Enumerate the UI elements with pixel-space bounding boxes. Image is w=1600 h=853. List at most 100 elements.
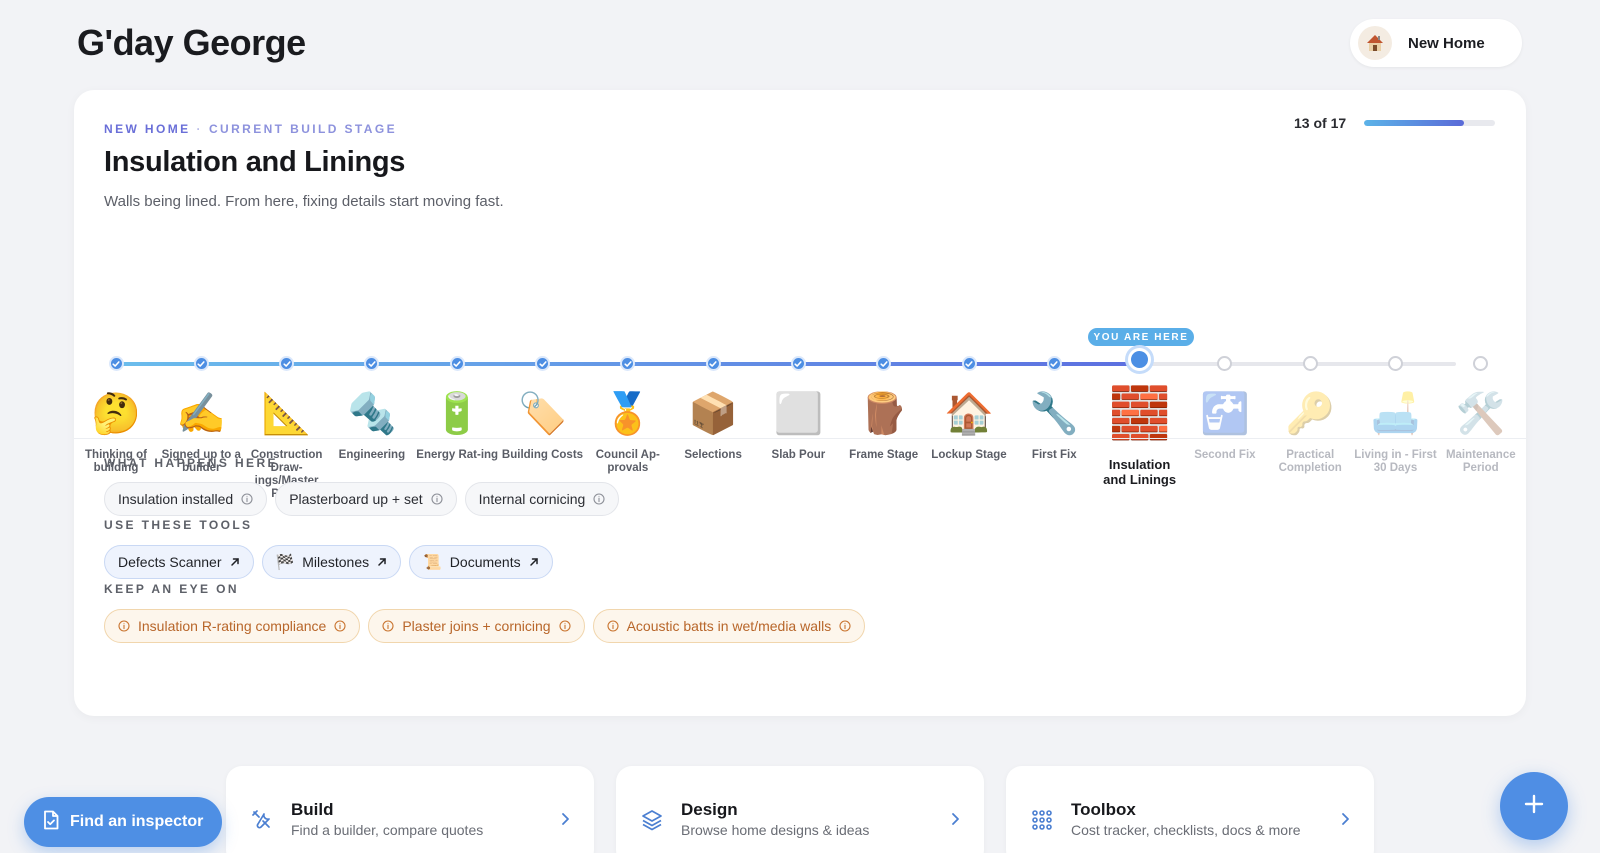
progress-bar-fill (1364, 120, 1465, 126)
timeline-stage[interactable]: 🔧 First Fix (1012, 352, 1096, 462)
progress-bar (1364, 120, 1495, 126)
chip-label: Insulation R-rating compliance (138, 618, 327, 634)
what-happens-chip[interactable]: Plasterboard up + set (275, 482, 457, 516)
timeline-stage[interactable]: 🏷️ Building Costs (501, 352, 585, 462)
stage-illustration-icon: 🏷️ (517, 391, 568, 436)
warning-icon (607, 620, 619, 632)
home-switcher-label: New Home (1408, 34, 1485, 52)
watch-item-chip[interactable]: Insulation R-rating compliance (104, 609, 361, 643)
tool-link-chip[interactable]: 🏁 Milestones (261, 545, 402, 579)
progress-count: 13 of 17 (1294, 115, 1347, 131)
tool-icon: 📜 (423, 554, 442, 571)
tools-heading: USE THESE TOOLS (104, 518, 253, 532)
stage-label: Insulation and Linings (1103, 457, 1177, 487)
warning-icon (118, 620, 130, 632)
stage-illustration-icon: 📐 (261, 391, 312, 436)
stage-label: Selections (684, 449, 742, 461)
watch-item-chip[interactable]: Acoustic batts in wet/media walls (592, 609, 866, 643)
stage-illustration-icon: ⬜ (773, 391, 824, 436)
you-are-here-badge: YOU ARE HERE (1088, 328, 1194, 350)
nav-card-subtitle: Browse home designs & ideas (681, 822, 870, 838)
nav-card-build[interactable]: Build Find a builder, compare quotes (226, 766, 594, 853)
timeline-stage[interactable]: 🧱 Insulation and Linings (1098, 348, 1182, 487)
stage-pending-marker (1388, 356, 1403, 371)
watch-item-chip[interactable]: Plaster joins + cornicing (368, 609, 585, 643)
what-happens-chip[interactable]: Internal cornicing (464, 482, 620, 516)
timeline-stage[interactable]: 🏠 Lockup Stage (927, 352, 1011, 462)
watch-heading: KEEP AN EYE ON (104, 582, 239, 596)
timeline-stage[interactable]: 📐Construction Draw-ings/Master Plans (245, 352, 329, 501)
stage-complete-check-icon (876, 356, 892, 371)
nav-card-design[interactable]: Design Browse home designs & ideas (616, 766, 984, 853)
stage-label: Building Costs (501, 449, 584, 461)
stage-label: Living in - First 30 Days (1354, 449, 1437, 474)
timeline-stage[interactable]: 🪵 Frame Stage (842, 352, 926, 462)
what-happens-chip[interactable]: Insulation installed (104, 482, 268, 516)
stage-eyebrow: NEW HOME · CURRENT BUILD STAGE (104, 122, 397, 136)
tools-icon (250, 808, 274, 837)
stage-label: Second Fix (1194, 449, 1256, 461)
section-divider (74, 438, 1526, 439)
stage-title: Insulation and Linings (104, 146, 406, 178)
chevron-right-icon (951, 812, 960, 831)
timeline-stage[interactable]: 🔩 Engineering (330, 352, 414, 462)
timeline-stage[interactable]: 🚰 Second Fix (1183, 352, 1267, 462)
timeline-stage[interactable]: 🛠️ Maintenance Period (1439, 352, 1523, 475)
timeline-stage[interactable]: 🏅 Council Ap-provals (586, 352, 670, 475)
timeline-stage[interactable]: 🔋 Energy Rat-ing (415, 352, 499, 462)
info-icon[interactable] (559, 620, 571, 632)
plus-icon (1523, 793, 1545, 820)
stage-complete-check-icon (449, 356, 465, 371)
eyebrow-section: CURRENT BUILD STAGE (208, 122, 397, 136)
stage-complete-check-icon (705, 356, 721, 371)
info-icon[interactable] (334, 620, 346, 632)
stage-complete-check-icon (279, 356, 295, 371)
layers-icon (640, 808, 664, 837)
stage-pending-marker (1473, 356, 1489, 371)
eyebrow-project: NEW HOME (104, 122, 191, 136)
timeline-stage[interactable]: ⬜ Slab Pour (756, 352, 840, 462)
stage-complete-check-icon (364, 356, 380, 371)
stage-label: Frame Stage (849, 449, 919, 461)
stage-label: Practical Completion (1278, 449, 1342, 474)
timeline-stage[interactable]: 🛋️ Living in - First 30 Days (1354, 352, 1438, 475)
stage-current-marker (1128, 348, 1152, 371)
stage-complete-check-icon (535, 356, 550, 371)
timeline-stage[interactable]: 📦 Selections (671, 352, 755, 462)
stage-complete-check-icon (1046, 356, 1062, 371)
tool-label: Milestones (302, 554, 370, 570)
info-icon[interactable] (431, 493, 443, 505)
find-inspector-button[interactable]: Find an inspector (24, 797, 222, 847)
home-switcher[interactable]: New Home (1350, 19, 1522, 67)
tool-label: Defects Scanner (118, 554, 222, 570)
stage-label: Energy Rat-ing (416, 449, 499, 461)
timeline-stage[interactable]: 🔑 Practical Completion (1268, 352, 1352, 475)
stage-complete-check-icon (790, 356, 806, 371)
info-icon[interactable] (593, 493, 605, 505)
stage-description: Walls being lined. From here, fixing det… (104, 193, 504, 210)
what-happens-chips: Insulation installed Plasterboard up + se… (104, 482, 620, 516)
stage-illustration-icon: 🔩 (346, 391, 397, 436)
stage-illustration-icon: 🪵 (858, 391, 909, 436)
info-icon[interactable] (241, 493, 253, 505)
stage-pending-marker (1302, 356, 1318, 371)
find-inspector-label: Find an inspector (70, 813, 204, 830)
stage-label: Slab Pour (771, 449, 826, 461)
what-happens-heading: WHAT HAPPENS HERE (104, 456, 278, 470)
nav-card-toolbox[interactable]: Toolbox Cost tracker, checklists, docs & … (1006, 766, 1374, 853)
stage-label: Engineering (338, 449, 406, 461)
stage-label: First Fix (1031, 449, 1077, 461)
chip-label: Acoustic batts in wet/media walls (626, 618, 832, 634)
external-arrow-icon (529, 554, 539, 570)
tool-link-chip[interactable]: 📜 Documents (409, 545, 553, 579)
info-icon[interactable] (839, 620, 851, 632)
nav-card-title: Toolbox (1071, 800, 1136, 819)
stage-complete-check-icon (961, 356, 977, 371)
external-arrow-icon (377, 554, 387, 570)
tool-link-chip[interactable]: Defects Scanner (104, 545, 254, 579)
nav-card-title: Design (681, 800, 738, 819)
stage-illustration-icon: 🤔 (91, 391, 141, 436)
tools-chips: Defects Scanner 🏁 Milestones 📜 Documents (104, 545, 553, 579)
chevron-right-icon (1341, 812, 1350, 831)
add-fab-button[interactable] (1500, 772, 1568, 840)
